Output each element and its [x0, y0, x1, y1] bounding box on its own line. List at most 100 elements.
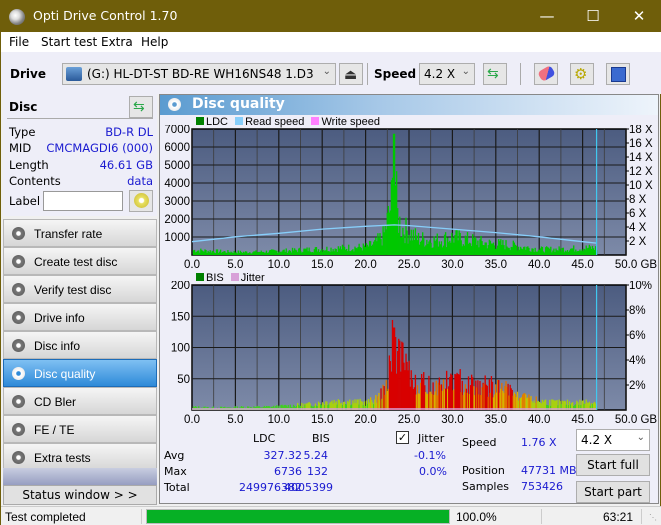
resize-grip-icon[interactable]: ⋱ — [649, 513, 657, 522]
refresh-icon: ⇆ — [487, 65, 499, 81]
chevron-down-icon: ⌄ — [322, 66, 331, 77]
refresh-button[interactable]: ⇆ — [483, 63, 507, 85]
samples-value: 753426 — [521, 480, 563, 493]
eject-button[interactable]: ⏏ — [339, 63, 363, 85]
y-tick-label: 6000 — [164, 142, 190, 154]
title-bar: Opti Drive Control 1.70 — ☐ ✕ — [1, 1, 661, 32]
nav-item-verify-test-disc[interactable]: Verify test disc — [3, 275, 157, 303]
nav-item-disc-info[interactable]: Disc info — [3, 331, 157, 359]
progress-bar — [146, 509, 450, 524]
status-window-button[interactable]: Status window > > — [3, 485, 157, 505]
nav-item-label: Extra tests — [34, 451, 91, 465]
label-disc-button[interactable] — [129, 190, 153, 212]
disc-icon — [12, 255, 25, 268]
menu-extra[interactable]: Extra — [101, 35, 133, 49]
nav-item-label: Create test disc — [34, 255, 118, 269]
y-right-tick-label: 6% — [629, 330, 646, 342]
position-label: Position — [462, 464, 505, 477]
x-tick-label: 0.0 — [184, 414, 200, 426]
start-part-button[interactable]: Start part — [576, 481, 650, 503]
x-tick-label: 40.0 — [528, 259, 550, 270]
start-full-button[interactable]: Start full — [576, 454, 650, 476]
y-right-tick-label: 8 X — [629, 194, 647, 206]
status-text: Test completed — [5, 510, 86, 524]
maximize-button[interactable]: ☐ — [570, 1, 616, 32]
ldc-chart: 1000 2000 3000 4000 5000 6000 7000 2 X 4 X 6 X 8 X… — [164, 125, 658, 270]
disc-refresh-button[interactable]: ⇆ — [129, 96, 153, 118]
y-right-tick-label: 8% — [629, 305, 646, 317]
menu-help[interactable]: Help — [141, 35, 168, 49]
drive-value: (G:) HL-DT-ST BD-RE WH16NS48 1.D3 — [87, 67, 314, 81]
nav-item-fe-te[interactable]: FE / TE — [3, 415, 157, 443]
menu-start-test[interactable]: Start test — [41, 35, 97, 49]
bis-swatch — [196, 273, 204, 281]
ldc-swatch — [196, 117, 204, 125]
col-bis: BIS — [312, 432, 330, 445]
drive-select[interactable]: (G:) HL-DT-ST BD-RE WH16NS48 1.D3 ⌄ — [62, 63, 336, 85]
close-button[interactable]: ✕ — [616, 1, 661, 32]
drive-icon — [66, 67, 82, 81]
speed-value: 4.2 X — [424, 67, 456, 81]
nav-item-drive-info[interactable]: Drive info — [3, 303, 157, 331]
y-tick-label: 1000 — [164, 232, 190, 244]
total-label: Total — [164, 481, 190, 494]
disc-icon — [134, 193, 149, 208]
divider — [7, 118, 153, 119]
x-tick-label: 50.0 GB — [615, 259, 658, 270]
x-tick-label: 30.0 — [441, 259, 463, 270]
speed-select[interactable]: 4.2 X ⌄ — [419, 63, 475, 85]
nav-item-label: FE / TE — [34, 423, 75, 437]
y-right-tick-label: 16 X — [629, 138, 653, 150]
speed-stat-value: 1.76 X — [521, 436, 557, 449]
status-bar: Test completed 100.0% 63:21 ⋱ — [1, 506, 661, 525]
x-tick-label: 25.0 — [398, 259, 420, 270]
jitter-checkbox[interactable]: ✓ — [396, 431, 409, 444]
max-jitter: 0.0% — [419, 465, 447, 478]
disc-icon — [12, 395, 25, 408]
y-right-tick-label: 12 X — [629, 166, 653, 178]
save-icon — [611, 67, 626, 82]
y-tick-label: 100 — [171, 343, 190, 355]
test-speed-select[interactable]: 4.2 X ⌄ — [576, 429, 650, 451]
divider — [141, 509, 142, 524]
divider — [541, 509, 542, 524]
label-input[interactable] — [43, 191, 123, 211]
save-button[interactable] — [606, 63, 630, 85]
x-tick-label: 10.0 — [268, 414, 290, 426]
nav-item-label: Disc info — [34, 339, 81, 353]
disc-row-contents: Contents data — [9, 174, 153, 188]
avg-label: Avg — [164, 449, 185, 462]
nav-item-label: Transfer rate — [34, 227, 103, 241]
panel-header: Disc quality — [160, 95, 658, 115]
nav-item-create-test-disc[interactable]: Create test disc — [3, 247, 157, 275]
disc-icon — [12, 227, 25, 240]
y-tick-label: 4000 — [164, 178, 190, 190]
chevron-down-icon: ⌄ — [636, 432, 645, 443]
nav-item-extra-tests[interactable]: Extra tests — [3, 443, 157, 471]
menu-file[interactable]: File — [9, 35, 29, 49]
disc-quality-panel: Disc quality LDC Read speed Write speed … — [159, 94, 659, 504]
settings-button[interactable]: ⚙ — [570, 63, 594, 85]
label-key: Label — [9, 194, 41, 208]
nav-item-transfer-rate[interactable]: Transfer rate — [3, 219, 157, 247]
x-tick-label: 0.0 — [184, 259, 200, 270]
nav-item-disc-quality[interactable]: Disc quality — [3, 359, 157, 387]
write-speed-swatch — [311, 117, 320, 125]
x-tick-label: 10.0 — [268, 259, 290, 270]
nav-item-cd-bler[interactable]: CD Bler — [3, 387, 157, 415]
toolbar-separator — [367, 63, 368, 85]
disc-row-type: Type BD-R DL — [9, 125, 153, 139]
y-right-tick-label: 10% — [629, 281, 652, 292]
position-value: 47731 MB — [521, 464, 577, 477]
max-bis: 132 — [307, 465, 328, 478]
app-window: Opti Drive Control 1.70 — ☐ ✕ File Start… — [0, 0, 661, 525]
y-tick-label: 5000 — [164, 160, 190, 172]
disc-icon — [12, 283, 25, 296]
minimize-button[interactable]: — — [524, 1, 570, 32]
y-tick-label: 2000 — [164, 214, 190, 226]
disc-quality-icon — [168, 98, 181, 111]
bis-chart: 50 100 150 200 2% 4% 6% 8% 10% 0.0 5.0 10.0 15.0 20.0… — [171, 281, 658, 426]
left-panel: Disc ⇆ Type BD-R DL MID CMCMAGDI6 (000) Le… — [3, 94, 157, 490]
y-tick-label: 150 — [171, 311, 190, 323]
erase-button[interactable] — [534, 63, 558, 85]
